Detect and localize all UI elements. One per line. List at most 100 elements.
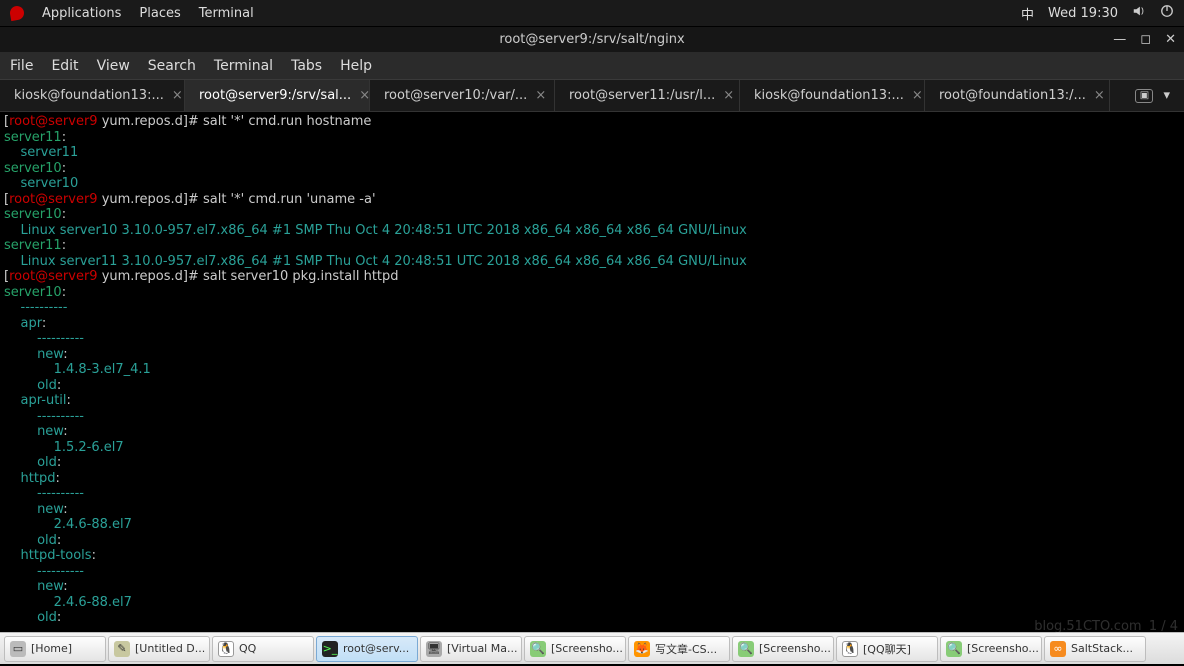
terminal-line: server11: <box>4 130 1180 146</box>
taskbar-label: [Screensho... <box>551 642 623 655</box>
taskbar-item[interactable]: 🖥 [Virtual Ma... <box>420 636 522 662</box>
terminal-menubar: File Edit View Search Terminal Tabs Help <box>0 52 1184 80</box>
menu-applications[interactable]: Applications <box>42 6 121 21</box>
tab-close-icon[interactable]: × <box>535 88 546 103</box>
tab-actions: ▣ ▾ <box>1121 80 1184 111</box>
terminal-line: new: <box>4 579 1180 595</box>
maximize-button[interactable]: ◻ <box>1140 32 1151 47</box>
taskbar: ▭[Home]✎[Untitled D...🐧QQ>_root@serv...🖥… <box>0 632 1184 664</box>
ff-icon: 🦊 <box>634 641 650 657</box>
terminal-line: 1.5.2-6.el7 <box>4 440 1180 456</box>
terminal-line: server10 <box>4 176 1180 192</box>
terminal-line: 2.4.6-88.el7 <box>4 517 1180 533</box>
taskbar-label: [QQ聊天] <box>863 641 911 657</box>
terminal-line: [root@server9 yum.repos.d]# salt '*' cmd… <box>4 114 1180 130</box>
menu-terminal[interactable]: Terminal <box>199 6 254 21</box>
terminal-output[interactable]: [root@server9 yum.repos.d]# salt '*' cmd… <box>0 112 1184 632</box>
terminal-line: ---------- <box>4 409 1180 425</box>
terminal-line: old: <box>4 378 1180 394</box>
close-button[interactable]: ✕ <box>1165 32 1176 47</box>
terminal-tab[interactable]: kiosk@foundation13:... × <box>0 80 185 111</box>
terminal-tab[interactable]: kiosk@foundation13:...× <box>740 80 925 111</box>
menu-places[interactable]: Places <box>139 6 180 21</box>
redhat-logo-icon <box>9 5 25 21</box>
taskbar-label: [Screensho... <box>967 642 1039 655</box>
taskbar-item[interactable]: 🔍 [Screensho... <box>940 636 1042 662</box>
tab-close-icon[interactable]: × <box>359 88 370 103</box>
terminal-line: [root@server9 yum.repos.d]# salt '*' cmd… <box>4 192 1180 208</box>
shot-icon: 🔍 <box>738 641 754 657</box>
terminal-tab[interactable]: root@server9:/srv/sal... × <box>185 80 370 111</box>
terminal-tab[interactable]: root@server10:/var/... × <box>370 80 555 111</box>
ime-indicator[interactable]: 中 <box>1021 4 1034 23</box>
taskbar-item[interactable]: >_root@serv... <box>316 636 418 662</box>
menu-terminal[interactable]: Terminal <box>214 58 273 74</box>
volume-icon[interactable] <box>1132 4 1146 22</box>
menu-view[interactable]: View <box>97 58 130 74</box>
vm-icon: 🖥 <box>426 641 442 657</box>
power-icon[interactable] <box>1160 4 1174 22</box>
terminal-line: server10: <box>4 207 1180 223</box>
tab-label: root@server10:/var/... <box>384 88 527 103</box>
clock[interactable]: Wed 19:30 <box>1048 6 1118 21</box>
terminal-line: httpd: <box>4 471 1180 487</box>
taskbar-label: [Untitled D... <box>135 642 205 655</box>
taskbar-label: SaltStack... <box>1071 642 1133 655</box>
taskbar-label: [Screensho... <box>759 642 831 655</box>
taskbar-label: [Virtual Ma... <box>447 642 517 655</box>
shot-icon: 🔍 <box>530 641 546 657</box>
tab-close-icon[interactable]: × <box>912 88 923 103</box>
terminal-tab[interactable]: root@server11:/usr/l...× <box>555 80 740 111</box>
terminal-line: new: <box>4 502 1180 518</box>
menu-help[interactable]: Help <box>340 58 372 74</box>
terminal-line: server11: <box>4 238 1180 254</box>
gnome-top-bar: Applications Places Terminal 中 Wed 19:30 <box>0 0 1184 26</box>
tab-close-icon[interactable]: × <box>723 88 734 103</box>
terminal-line: server10: <box>4 161 1180 177</box>
terminal-line: ---------- <box>4 486 1180 502</box>
taskbar-item[interactable]: 🦊 写文章-CS... <box>628 636 730 662</box>
taskbar-label: [Home] <box>31 642 72 655</box>
taskbar-item[interactable]: ∞SaltStack... <box>1044 636 1146 662</box>
minimize-button[interactable]: — <box>1113 32 1126 47</box>
terminal-line: [root@server9 yum.repos.d]# salt server1… <box>4 269 1180 285</box>
tab-label: root@foundation13:/... <box>939 88 1086 103</box>
taskbar-label: 写文章-CS... <box>655 641 717 657</box>
tab-overflow-button[interactable]: ▾ <box>1163 88 1170 103</box>
terminal-line: 1.4.8-3.el7_4.1 <box>4 362 1180 378</box>
taskbar-item[interactable]: 🐧QQ <box>212 636 314 662</box>
menu-tabs[interactable]: Tabs <box>291 58 322 74</box>
window-title: root@server9:/srv/salt/nginx <box>499 32 684 47</box>
menu-file[interactable]: File <box>10 58 33 74</box>
taskbar-item[interactable]: 🐧 [QQ聊天] <box>836 636 938 662</box>
tab-close-icon[interactable]: × <box>1094 88 1105 103</box>
terminal-line: Linux server10 3.10.0-957.el7.x86_64 #1 … <box>4 223 1180 239</box>
terminal-tab[interactable]: root@foundation13:/... × <box>925 80 1110 111</box>
menu-search[interactable]: Search <box>148 58 196 74</box>
qqchat-icon: 🐧 <box>842 641 858 657</box>
folder-icon: ▭ <box>10 641 26 657</box>
new-tab-button[interactable]: ▣ <box>1135 89 1153 103</box>
terminal-line: ---------- <box>4 331 1180 347</box>
terminal-line: new: <box>4 347 1180 363</box>
tab-label: root@server9:/srv/sal... <box>199 88 351 103</box>
terminal-line: apr: <box>4 316 1180 332</box>
menu-edit[interactable]: Edit <box>51 58 78 74</box>
taskbar-item[interactable]: ✎[Untitled D... <box>108 636 210 662</box>
taskbar-item[interactable]: ▭ [Home] <box>4 636 106 662</box>
terminal-line: apr-util: <box>4 393 1180 409</box>
taskbar-item[interactable]: 🔍 [Screensho... <box>732 636 834 662</box>
terminal-tabstrip: kiosk@foundation13:...×root@server9:/srv… <box>0 80 1184 112</box>
terminal-line: 2.4.6-88.el7 <box>4 595 1180 611</box>
shot-icon: 🔍 <box>946 641 962 657</box>
terminal-line: new: <box>4 424 1180 440</box>
tab-close-icon[interactable]: × <box>172 88 183 103</box>
terminal-line: old: <box>4 610 1180 626</box>
terminal-line: old: <box>4 455 1180 471</box>
term-icon: >_ <box>322 641 338 657</box>
taskbar-item[interactable]: 🔍 [Screensho... <box>524 636 626 662</box>
qq-icon: 🐧 <box>218 641 234 657</box>
terminal-line: ---------- <box>4 300 1180 316</box>
terminal-line: server10: <box>4 285 1180 301</box>
tab-label: kiosk@foundation13:... <box>14 88 164 103</box>
